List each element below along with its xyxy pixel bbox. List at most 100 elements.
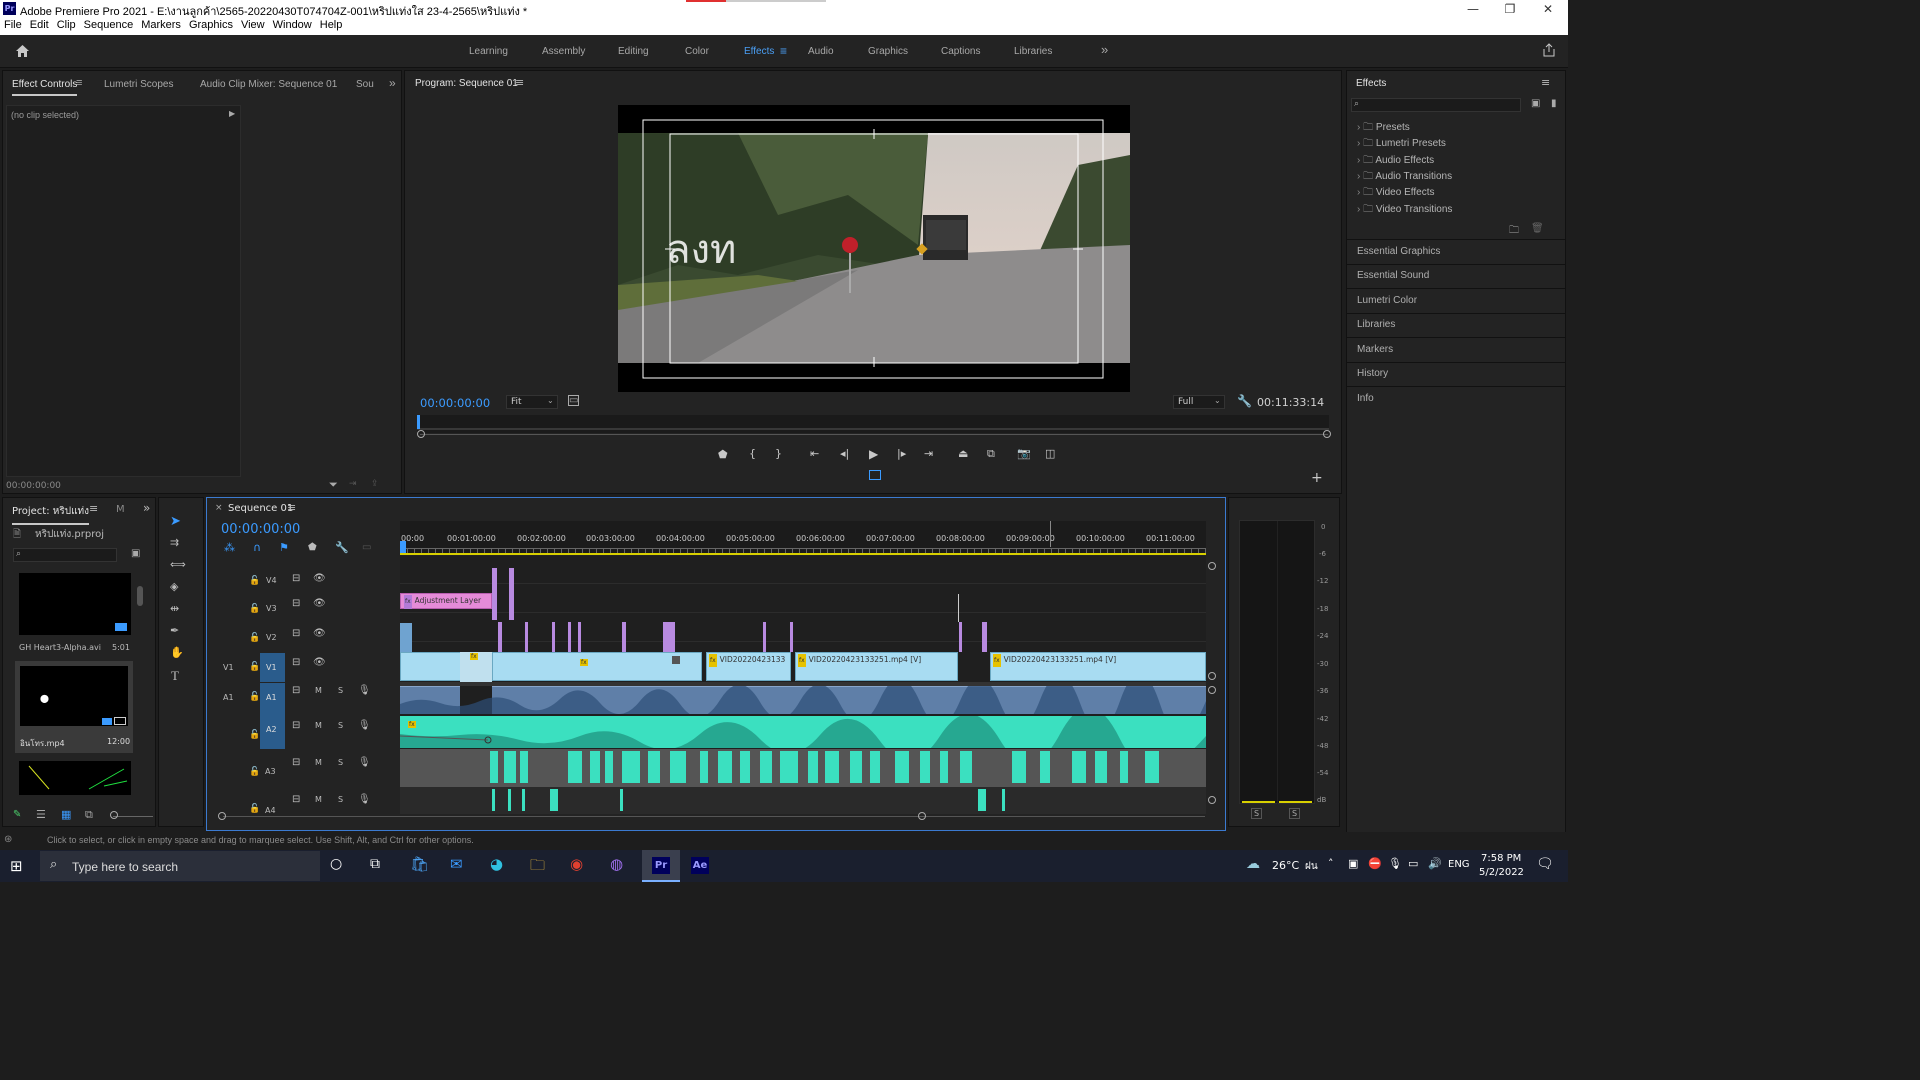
track-scroll-handle[interactable] xyxy=(1208,672,1216,680)
lock-icon[interactable]: 🔓 xyxy=(249,576,260,586)
menu-file[interactable]: File xyxy=(0,18,26,31)
razor-tool-icon[interactable]: ◈ xyxy=(170,580,178,593)
timeline-tracks[interactable]: fx Adjustment Layer fx VID20220423133 fx VI… xyxy=(400,556,1206,814)
project-overflow-icon[interactable]: » xyxy=(143,501,150,515)
marker-icon[interactable]: ⬟ xyxy=(308,542,317,553)
type-tool-icon[interactable]: T xyxy=(171,668,179,684)
purple-clip[interactable] xyxy=(509,568,514,620)
close-sequence-icon[interactable]: × xyxy=(215,503,223,513)
workspace-color[interactable]: Color xyxy=(685,46,709,57)
project-search-input[interactable]: ⌕ xyxy=(13,548,117,562)
eye-icon[interactable]: 👁 xyxy=(313,598,326,609)
menu-view[interactable]: View xyxy=(237,18,269,31)
pen-tool-icon[interactable]: ✒ xyxy=(170,624,179,637)
export-frame-icon[interactable]: 📷 xyxy=(1017,447,1031,460)
show-hidden-icons[interactable]: ˄ xyxy=(1328,857,1334,870)
v2-clip[interactable] xyxy=(498,622,502,652)
bin-thumbnail-3[interactable] xyxy=(19,761,131,795)
meter-solo-right[interactable]: S xyxy=(1289,808,1301,819)
solo-button[interactable]: S xyxy=(338,795,343,804)
step-back-icon[interactable]: ◂| xyxy=(840,447,849,460)
v2-clip[interactable] xyxy=(663,622,675,652)
close-button[interactable]: ✕ xyxy=(1530,0,1566,18)
minimize-button[interactable]: — xyxy=(1455,0,1491,18)
hscroll-handle-left[interactable] xyxy=(218,812,226,820)
video-frame[interactable]: ลงท xyxy=(618,105,1130,392)
lock-icon[interactable]: 🔓 xyxy=(249,804,260,814)
home-icon[interactable] xyxy=(15,44,30,58)
microphone-icon[interactable]: 🎙 xyxy=(358,720,371,731)
task-view-icon[interactable]: ⧉ xyxy=(370,856,380,872)
microphone-icon[interactable]: 🎙 xyxy=(358,757,371,768)
v2-clip[interactable] xyxy=(525,622,528,652)
weather-icon[interactable]: ☁ xyxy=(1246,856,1260,872)
effects-search-input[interactable]: ⌕ xyxy=(1351,98,1521,112)
go-to-in-icon[interactable]: ⇤ xyxy=(810,447,819,460)
filter-icon[interactable]: ⏷ xyxy=(329,478,338,492)
quality-dropdown[interactable]: Full ⌄ xyxy=(1173,395,1225,409)
file-explorer-icon[interactable]: 🗀 xyxy=(530,855,545,880)
tab-effect-controls[interactable]: Effect Controls xyxy=(12,79,78,96)
sequence-tab[interactable]: Sequence 01 xyxy=(228,503,293,514)
solo-button[interactable]: S xyxy=(338,758,343,767)
purple-clip[interactable] xyxy=(492,568,497,620)
solo-button[interactable]: S xyxy=(338,721,343,730)
edge-icon[interactable]: ◕ xyxy=(490,855,503,873)
project-scrollbar[interactable] xyxy=(137,586,143,606)
side-panel-lumetri-color[interactable]: Lumetri Color xyxy=(1357,295,1417,306)
menu-clip[interactable]: Clip xyxy=(53,18,80,31)
workspace-captions[interactable]: Captions xyxy=(941,46,980,57)
tab-lumetri-scopes[interactable]: Lumetri Scopes xyxy=(104,79,173,90)
work-area-bar[interactable] xyxy=(400,553,1206,555)
effect-controls-menu-icon[interactable]: ≡ xyxy=(76,77,82,89)
source-patch-a1[interactable]: A1 xyxy=(223,693,234,702)
timeline-ruler[interactable]: 00:00 00:01:00:00 00:02:00:00 00:03:00:0… xyxy=(400,521,1206,555)
messenger-icon[interactable]: ◍ xyxy=(610,855,623,873)
windows-start-icon[interactable]: ⊞ xyxy=(10,857,23,875)
v1-clip[interactable]: fx VID20220423133 xyxy=(706,652,791,681)
microphone-icon[interactable]: 🎙 xyxy=(358,685,371,696)
adjustment-layer-clip[interactable]: fx Adjustment Layer xyxy=(400,593,492,609)
effects-menu-icon[interactable]: ≡ xyxy=(1541,76,1550,89)
folder-presets[interactable]: › 🗀 Presets xyxy=(1357,120,1410,137)
lock-icon[interactable]: 🔓 xyxy=(249,730,260,740)
ripple-edit-tool-icon[interactable]: ⟺ xyxy=(170,558,186,571)
hand-tool-icon[interactable]: ✋ xyxy=(170,646,184,659)
v2-clip[interactable] xyxy=(568,622,571,652)
after-effects-app-icon[interactable]: Ae xyxy=(691,857,709,874)
side-panel-essential-sound[interactable]: Essential Sound xyxy=(1357,270,1429,281)
side-panel-libraries[interactable]: Libraries xyxy=(1357,319,1395,330)
sync-lock-icon[interactable]: ⊟ xyxy=(292,794,300,805)
slip-tool-icon[interactable]: ⇹ xyxy=(170,602,179,615)
tab-project[interactable]: Project: หริปแท่ง xyxy=(12,504,89,525)
snap-icon[interactable]: ∩ xyxy=(253,541,261,554)
linked-selection-icon[interactable]: ⚑ xyxy=(279,541,289,554)
v2-clip[interactable] xyxy=(959,622,962,652)
track-scroll-handle[interactable] xyxy=(1208,562,1216,570)
wrench-icon[interactable]: 🔧 xyxy=(335,541,349,554)
workspace-audio[interactable]: Audio xyxy=(808,46,834,57)
menu-graphics[interactable]: Graphics xyxy=(185,18,237,31)
find-icon[interactable]: ▣ xyxy=(131,548,140,559)
accelerated-effects-icon[interactable]: ▣ xyxy=(1531,98,1540,109)
workspace-assembly[interactable]: Assembly xyxy=(542,46,585,57)
zoom-bar[interactable] xyxy=(420,434,1328,435)
track-scroll-handle[interactable] xyxy=(1208,686,1216,694)
sync-lock-icon[interactable]: ⊟ xyxy=(292,757,300,768)
eye-icon[interactable]: 👁 xyxy=(313,573,326,584)
bin-item-selected[interactable]: ⬤ อินโทร.mp4 12:00 xyxy=(15,661,133,753)
workspace-learning[interactable]: Learning xyxy=(469,46,508,57)
sync-lock-icon[interactable]: ⊟ xyxy=(292,573,300,584)
tab-source[interactable]: Sou xyxy=(356,79,374,90)
track-scroll-handle[interactable] xyxy=(1208,796,1216,804)
folder-audio-transitions[interactable]: › 🗀 Audio Transitions xyxy=(1357,169,1452,186)
v2-clip[interactable] xyxy=(763,622,766,652)
sync-lock-icon[interactable]: ⊟ xyxy=(292,720,300,731)
lock-icon[interactable]: 🔓 xyxy=(249,692,260,702)
zoom-handle-right[interactable] xyxy=(1323,430,1331,438)
mute-button[interactable]: M xyxy=(315,721,322,730)
sync-lock-icon[interactable]: ⊟ xyxy=(292,628,300,639)
clock-time[interactable]: 7:58 PM xyxy=(1481,853,1521,864)
sync-lock-icon[interactable]: ⊟ xyxy=(292,598,300,609)
extract-icon[interactable]: ⧉ xyxy=(987,447,995,461)
